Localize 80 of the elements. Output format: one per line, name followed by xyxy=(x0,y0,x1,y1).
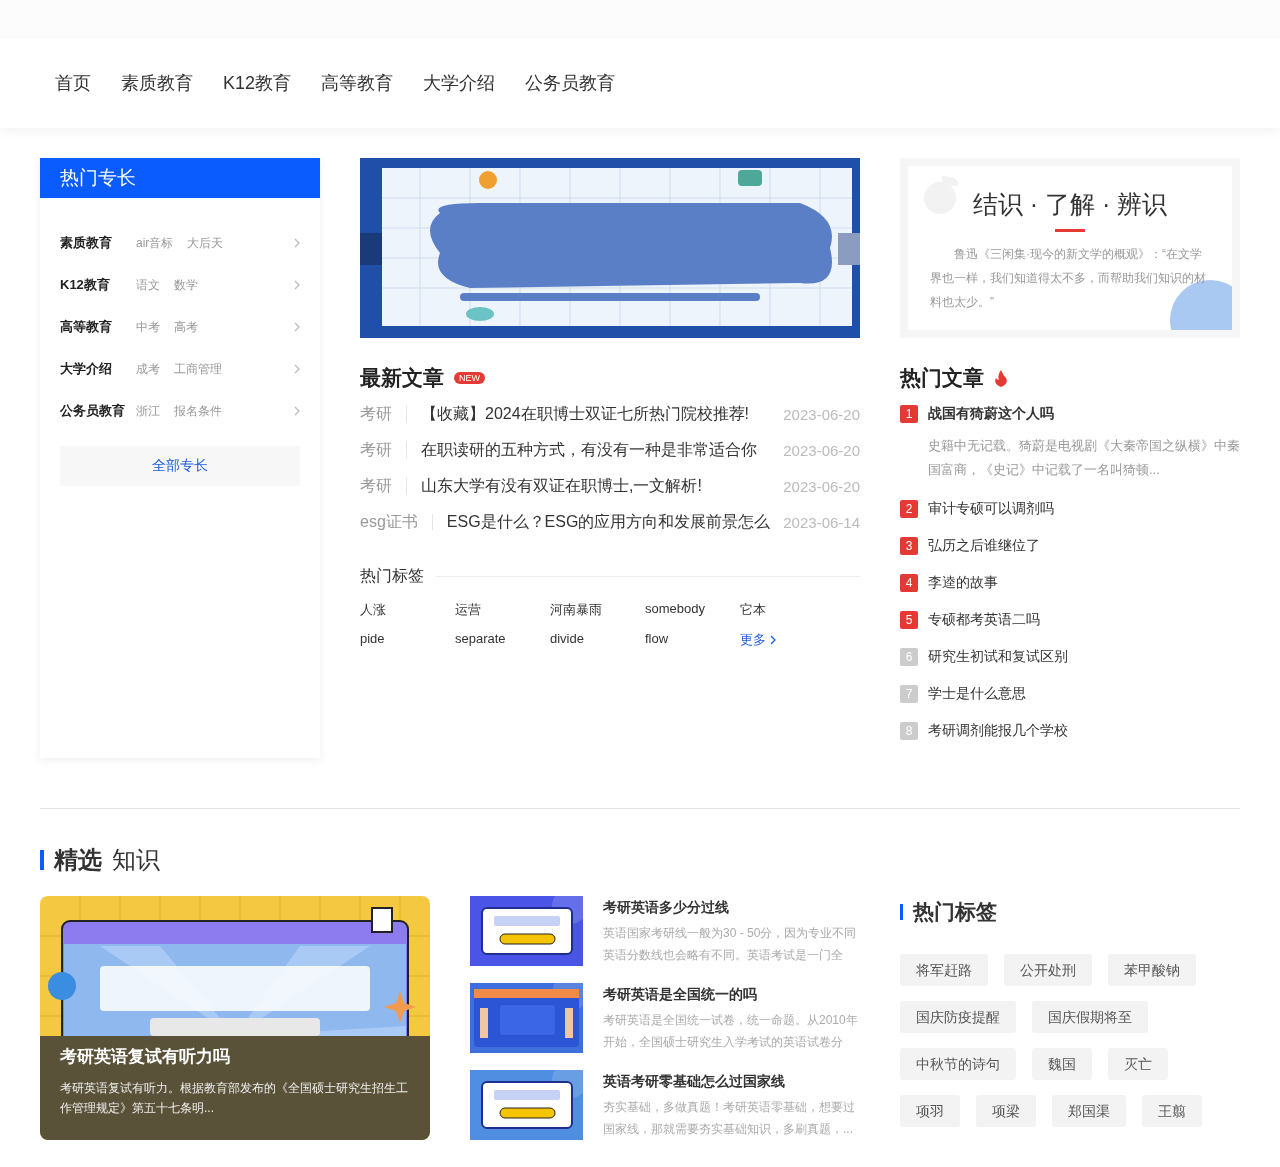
featured-title[interactable]: 考研英语复试有听力吗 xyxy=(60,1045,410,1068)
article-summary: 夯实基础，多做真题！考研英语零基础，想要过国家线，那就需要夯实基础知识，多刷真题，... xyxy=(603,1099,856,1138)
tag-chip[interactable]: 项梁 xyxy=(976,1095,1036,1127)
article-summary: 英语国家考研线一般为30 - 50分，因为专业不同英语分数线也会略有不同。英语考试是一门全 xyxy=(603,925,858,964)
rank-badge: 1 xyxy=(900,405,918,423)
quote-title: 结识 · 了解 · 辨识 xyxy=(972,189,1168,220)
tag-chip[interactable]: 魏国 xyxy=(1032,1048,1092,1080)
article-link[interactable]: 战国有猗蔚这个人吗 xyxy=(928,405,1054,423)
chevron-right-icon xyxy=(294,406,300,416)
tag-link[interactable]: separate xyxy=(455,631,506,646)
tag-link[interactable]: pide xyxy=(360,631,385,646)
tag-chip[interactable]: 将军赶路 xyxy=(900,954,988,986)
tag-chip[interactable]: 王翦 xyxy=(1142,1095,1202,1127)
chevron-right-icon xyxy=(294,364,300,374)
article-link[interactable]: 专硕都考英语二吗 xyxy=(928,611,1040,629)
article-link[interactable]: 考研英语是全国统一的吗 xyxy=(603,986,860,1004)
section-title: 热门标签 xyxy=(913,899,997,925)
article-date: 2023-06-20 xyxy=(783,405,860,423)
nav-link[interactable]: 首页 xyxy=(55,71,91,95)
article-summary: 考研英语是全国统一试卷，统一命题。从2010年开始，全国硕士研究生入学考试的英语试卷分 xyxy=(603,1012,859,1051)
panel-title: 热门专长 xyxy=(40,158,320,198)
category-link[interactable]: K12教育 xyxy=(60,276,136,294)
more-link[interactable]: 更多 xyxy=(740,631,776,649)
tag-link[interactable]: 河南暴雨 xyxy=(550,602,602,617)
article-link[interactable]: 【收藏】2024在职博士双证七所热门院校推荐! xyxy=(421,403,784,425)
tag-link[interactable]: flow xyxy=(645,631,669,646)
category-link[interactable]: 素质教育 xyxy=(60,234,136,252)
chevron-right-icon xyxy=(294,322,300,332)
article-link[interactable]: 李逵的故事 xyxy=(928,574,998,592)
tag-link[interactable]: 人涨 xyxy=(360,602,386,617)
category-link[interactable]: 公务员教育 xyxy=(60,402,136,420)
tag-link[interactable]: somebody xyxy=(645,601,705,616)
section-title: 最新文章 xyxy=(360,365,444,391)
chevron-right-icon xyxy=(294,280,300,290)
nav-link[interactable]: 大学介绍 xyxy=(423,71,496,95)
article-link[interactable]: ESG是什么？ESG的应用方向和发展前景怎么 xyxy=(446,511,784,533)
article-date: 2023-06-14 xyxy=(783,513,860,531)
section-subtitle: 知识 xyxy=(112,845,160,875)
tag-chip[interactable]: 国庆假期将至 xyxy=(1032,1001,1148,1033)
chevron-right-icon xyxy=(770,635,776,645)
nav-link[interactable]: 素质教育 xyxy=(121,71,193,95)
rank-badge: 3 xyxy=(900,537,918,555)
rank-badge: 5 xyxy=(900,611,918,629)
category-link[interactable]: 高等教育 xyxy=(60,318,136,336)
rank-badge: 2 xyxy=(900,500,918,518)
nav-link[interactable]: K12教育 xyxy=(223,71,292,95)
section-title: 精选 xyxy=(54,845,102,875)
category-link[interactable]: 大学介绍 xyxy=(60,360,136,378)
article-date: 2023-06-20 xyxy=(783,477,860,495)
section-title: 热门文章 xyxy=(900,365,984,391)
rank-badge: 4 xyxy=(900,574,918,592)
tag-chip[interactable]: 中秋节的诗句 xyxy=(900,1048,1016,1080)
featured-summary: 考研英语复试有听力。根据教育部发布的《全国硕士研究生招生工作管理规定》第五十七条明... xyxy=(60,1080,409,1117)
nav-link[interactable]: 高等教育 xyxy=(321,71,394,95)
article-link[interactable]: 考研英语多少分过线 xyxy=(603,899,860,917)
section-title: 热门标签 xyxy=(360,566,424,586)
tag-link[interactable]: 它本 xyxy=(740,602,766,617)
article-link[interactable]: 考研调剂能报几个学校 xyxy=(928,722,1068,740)
new-badge: NEW xyxy=(454,372,485,384)
article-link[interactable]: 英语考研零基础怎么过国家线 xyxy=(603,1073,860,1091)
article-link[interactable]: 研究生初试和复试区别 xyxy=(928,648,1068,666)
quote-text: 鲁迅《三闲集·现今的新文学的概观》：“在文学界也一样，我们知道得太不多，而帮助我们知识的材料也太少。” xyxy=(930,246,1207,311)
tag-chip[interactable]: 郑国渠 xyxy=(1052,1095,1126,1127)
article-link[interactable]: 山东大学有没有双证在职博士,一文解析! xyxy=(421,475,784,497)
nav-link[interactable]: 公务员教育 xyxy=(525,71,616,95)
tag-chip[interactable]: 公开处刑 xyxy=(1004,954,1092,986)
article-link[interactable]: 弘历之后谁继位了 xyxy=(928,537,1040,555)
article-date: 2023-06-20 xyxy=(783,441,860,459)
tag-link[interactable]: 运营 xyxy=(455,602,481,617)
tag-chip[interactable]: 项羽 xyxy=(900,1095,960,1127)
article-link[interactable]: 在职读研的五种方式，有没有一种是非常适合你 xyxy=(421,439,784,461)
flame-icon xyxy=(994,369,1008,387)
chevron-right-icon xyxy=(294,238,300,248)
tag-link[interactable]: divide xyxy=(550,631,584,646)
tag-chip[interactable]: 灭亡 xyxy=(1108,1048,1168,1080)
all-specialties-button[interactable]: 全部专长 xyxy=(60,446,300,486)
tag-chip[interactable]: 国庆防疫提醒 xyxy=(900,1001,1016,1033)
article-link[interactable]: 学士是什么意思 xyxy=(928,685,1026,703)
article-link[interactable]: 审计专硕可以调剂吗 xyxy=(928,500,1054,518)
tag-chip[interactable]: 苯甲酸钠 xyxy=(1108,954,1196,986)
